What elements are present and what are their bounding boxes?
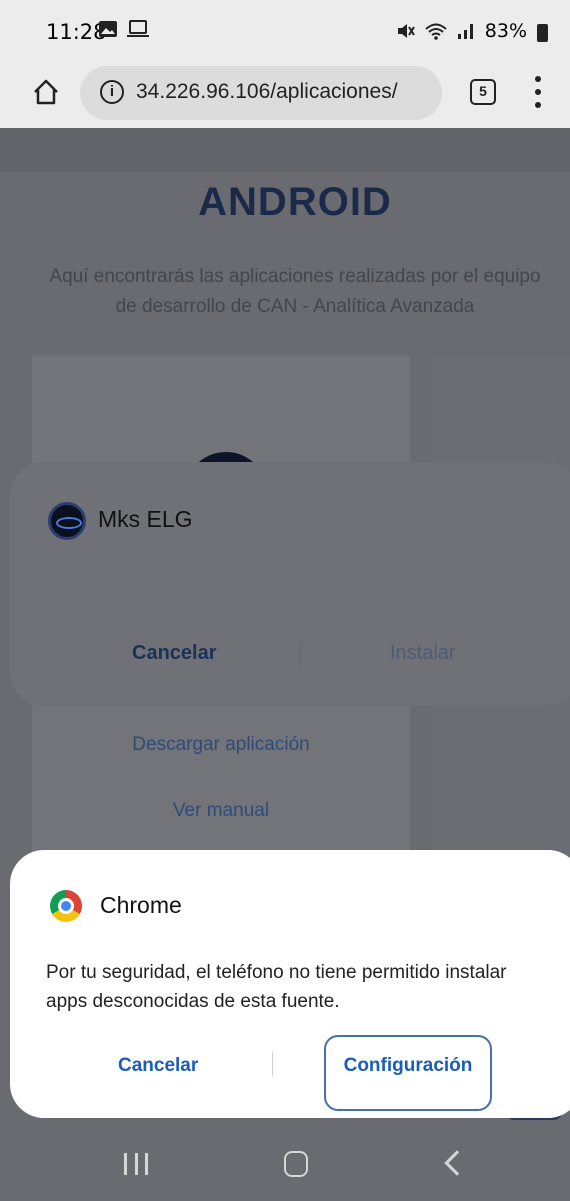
home-icon[interactable] <box>32 78 60 106</box>
recent-apps-icon[interactable] <box>124 1153 148 1175</box>
chrome-dialog-title: Chrome <box>100 892 182 918</box>
page-description-line1: Aquí encontrarás las aplicaciones realiz… <box>49 266 541 287</box>
chrome-dialog-message-line1: Por tu seguridad, el teléfono no tiene p… <box>46 962 507 983</box>
view-manual-link[interactable]: Ver manual <box>32 800 410 822</box>
page-header-band <box>0 128 570 172</box>
status-notification-icons <box>98 20 150 43</box>
battery-percent: 83% <box>484 20 527 42</box>
download-app-link[interactable]: Descargar aplicación <box>32 734 410 756</box>
gallery-icon <box>99 21 117 37</box>
mks-app-logo-icon <box>48 502 86 540</box>
chrome-button-divider <box>272 1052 273 1076</box>
install-button[interactable]: Instalar <box>390 642 456 665</box>
url-text[interactable]: 34.226.96.106/aplicaciones/ <box>136 80 398 104</box>
page-title: ANDROID <box>198 180 392 224</box>
mute-icon <box>397 24 415 38</box>
install-cancel-button[interactable]: Cancelar <box>132 642 217 665</box>
install-dialog <box>10 462 570 706</box>
tab-switcher-button[interactable]: 5 <box>470 79 496 105</box>
install-app-name: Mks ELG <box>98 506 193 532</box>
chrome-dialog-message-line2: apps desconocidas de esta fuente. <box>46 991 340 1012</box>
signal-icon <box>457 24 473 39</box>
settings-button-label[interactable]: Configuración <box>324 1055 492 1077</box>
chrome-icon-center <box>58 898 74 914</box>
page-description: Aquí encontrarás las aplicaciones realiz… <box>0 262 570 322</box>
page-description-line2: de desarrollo de CAN - Analítica Avanzad… <box>115 296 475 317</box>
info-icon[interactable]: i <box>100 80 124 104</box>
wifi-icon <box>425 23 447 40</box>
more-menu-icon[interactable] <box>530 76 546 108</box>
chrome-dialog-message: Por tu seguridad, el teléfono no tiene p… <box>46 958 546 1016</box>
battery-icon <box>537 24 548 42</box>
install-button-divider <box>300 642 301 668</box>
status-right: 83% <box>395 20 548 42</box>
chrome-cancel-button[interactable]: Cancelar <box>118 1055 198 1077</box>
home-nav-icon[interactable] <box>284 1151 308 1177</box>
cast-icon <box>127 20 150 37</box>
